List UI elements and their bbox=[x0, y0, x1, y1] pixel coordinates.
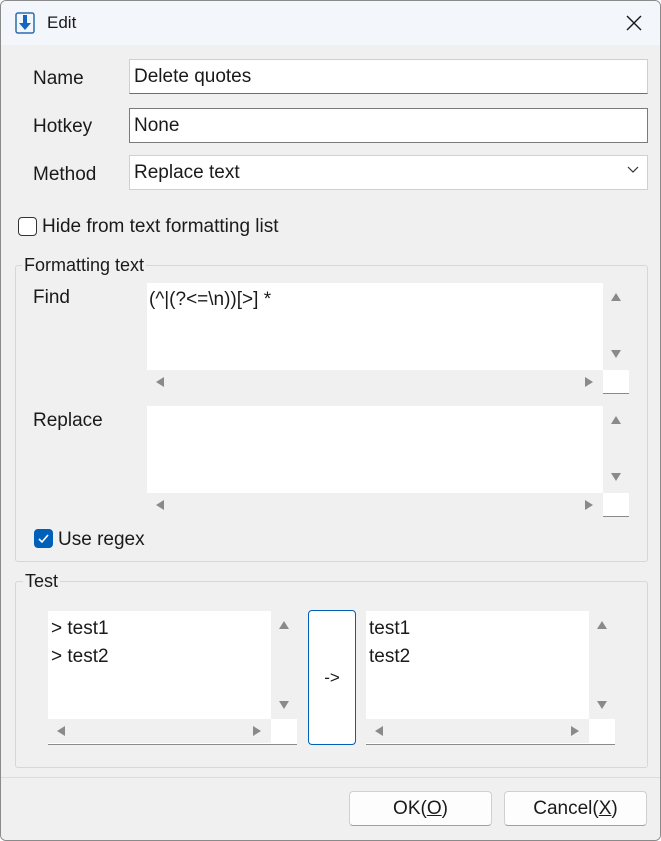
window-title: Edit bbox=[47, 13, 77, 32]
test-input-vertical-scrollbar[interactable] bbox=[271, 611, 297, 719]
use-regex-label[interactable]: Use regex bbox=[58, 529, 145, 551]
test-input-horizontal-scrollbar[interactable] bbox=[48, 719, 271, 743]
test-input-box[interactable]: > test1 > test2 bbox=[48, 611, 297, 745]
cancel-button-accel: X bbox=[598, 797, 612, 819]
title-bar: Edit bbox=[1, 1, 660, 45]
cancel-button-label: Cancel bbox=[533, 797, 593, 819]
close-icon bbox=[626, 15, 642, 31]
edit-dialog: Edit Name Delete quotes Hotkey None Meth… bbox=[0, 0, 661, 841]
test-input-lines: > test1 > test2 bbox=[51, 615, 109, 671]
find-vertical-scrollbar[interactable] bbox=[603, 283, 629, 370]
use-regex-checkbox[interactable] bbox=[34, 529, 53, 548]
test-input-line: > test2 bbox=[51, 646, 109, 667]
hotkey-input[interactable]: None bbox=[129, 108, 648, 143]
name-label: Name bbox=[33, 68, 84, 89]
download-arrow-icon bbox=[15, 12, 35, 34]
test-output-box[interactable]: test1 test2 bbox=[366, 611, 615, 745]
hide-checkbox[interactable] bbox=[18, 217, 37, 236]
test-group-title: Test bbox=[23, 571, 61, 592]
hotkey-label: Hotkey bbox=[33, 116, 93, 137]
scroll-left-icon[interactable] bbox=[156, 500, 164, 510]
test-input-line: > test1 bbox=[51, 618, 109, 639]
test-output-lines: test1 test2 bbox=[369, 615, 410, 671]
find-value: (^|(?<=\n))[>] * bbox=[149, 289, 272, 310]
scroll-right-icon[interactable] bbox=[571, 726, 579, 736]
scroll-up-icon[interactable] bbox=[279, 621, 289, 629]
scroll-right-icon[interactable] bbox=[585, 500, 593, 510]
test-output-horizontal-scrollbar[interactable] bbox=[366, 719, 589, 743]
scroll-up-icon[interactable] bbox=[611, 293, 621, 301]
scroll-left-icon[interactable] bbox=[375, 726, 383, 736]
hotkey-value: None bbox=[134, 114, 180, 136]
scroll-down-icon[interactable] bbox=[611, 350, 621, 358]
name-value: Delete quotes bbox=[134, 65, 252, 87]
find-horizontal-scrollbar[interactable] bbox=[147, 370, 603, 394]
ok-button-accel: O bbox=[426, 797, 442, 819]
scroll-down-icon[interactable] bbox=[279, 701, 289, 709]
find-label: Find bbox=[33, 287, 70, 308]
scroll-right-icon[interactable] bbox=[253, 726, 261, 736]
ok-button-label: OK bbox=[393, 797, 421, 819]
scroll-right-icon[interactable] bbox=[585, 377, 593, 387]
name-input[interactable]: Delete quotes bbox=[129, 59, 648, 94]
checkmark-icon bbox=[38, 534, 49, 544]
replace-label: Replace bbox=[33, 410, 103, 431]
formatting-group-title: Formatting text bbox=[22, 255, 147, 276]
run-test-button[interactable]: -> bbox=[308, 610, 356, 745]
replace-vertical-scrollbar[interactable] bbox=[603, 406, 629, 493]
find-textarea[interactable]: (^|(?<=\n))[>] * bbox=[147, 283, 629, 394]
scroll-up-icon[interactable] bbox=[611, 416, 621, 424]
scroll-down-icon[interactable] bbox=[611, 473, 621, 481]
test-output-line: test1 bbox=[369, 618, 411, 639]
test-output-vertical-scrollbar[interactable] bbox=[589, 611, 615, 719]
method-label: Method bbox=[33, 164, 97, 185]
chevron-down-icon bbox=[627, 166, 639, 173]
method-select[interactable]: Replace text bbox=[129, 155, 648, 190]
dialog-footer: OK(O) Cancel(X) bbox=[1, 777, 660, 840]
scroll-up-icon[interactable] bbox=[597, 621, 607, 629]
test-output-line: test2 bbox=[369, 646, 411, 667]
scroll-down-icon[interactable] bbox=[597, 701, 607, 709]
cancel-button[interactable]: Cancel(X) bbox=[504, 791, 647, 826]
replace-textarea[interactable] bbox=[147, 406, 629, 517]
method-value: Replace text bbox=[134, 161, 240, 183]
hide-checkbox-label[interactable]: Hide from text formatting list bbox=[42, 216, 279, 238]
close-button[interactable] bbox=[613, 7, 655, 39]
scroll-left-icon[interactable] bbox=[156, 377, 164, 387]
scroll-left-icon[interactable] bbox=[57, 726, 65, 736]
replace-horizontal-scrollbar[interactable] bbox=[147, 493, 603, 517]
ok-button[interactable]: OK(O) bbox=[349, 791, 492, 826]
